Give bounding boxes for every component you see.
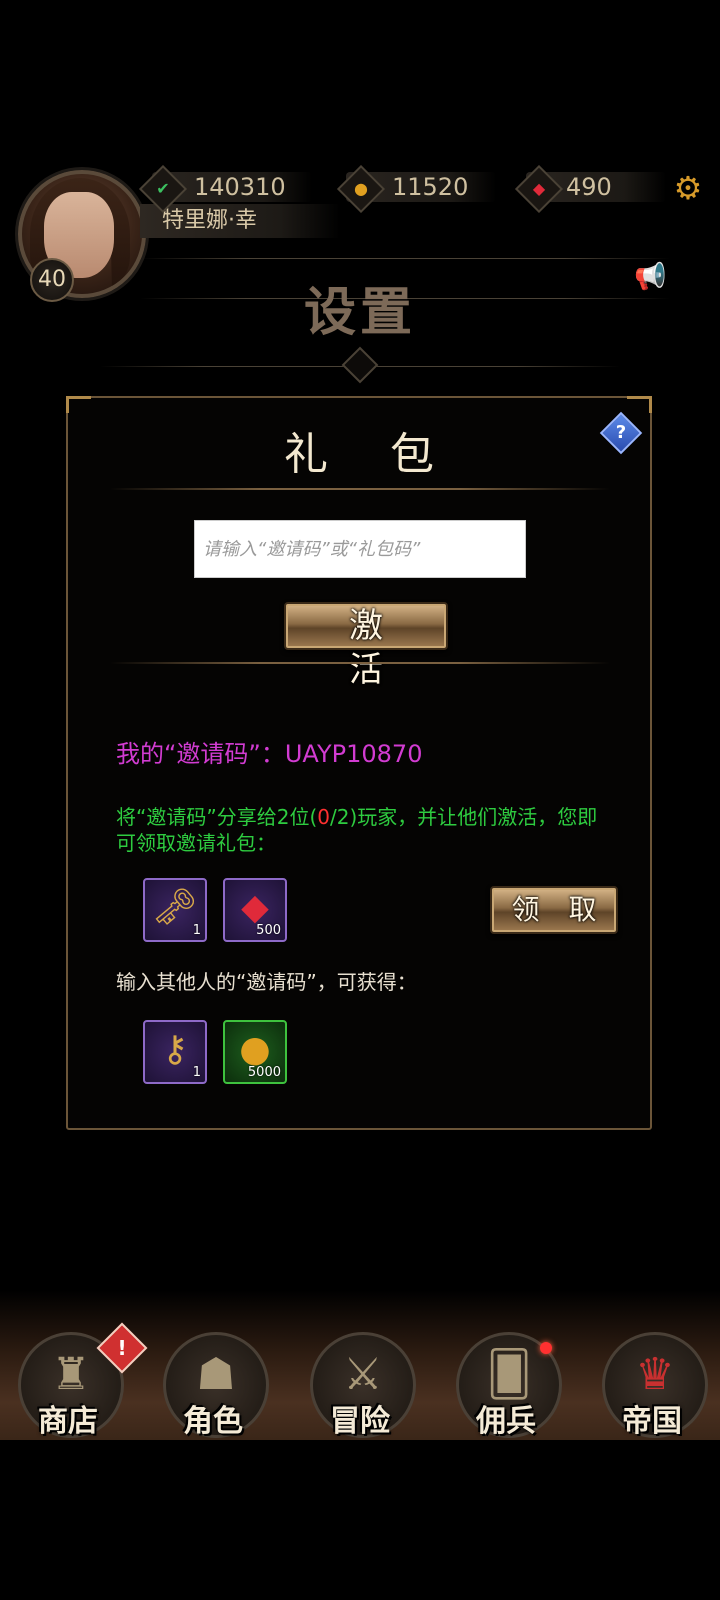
panel-divider-top xyxy=(110,488,610,490)
share-text-before: 将“邀请码”分享给2位( xyxy=(116,805,318,829)
nav-label-adventure[interactable]: 冒险 xyxy=(290,1396,430,1440)
nav-label-character[interactable]: 角色 xyxy=(143,1396,283,1440)
share-progress-current: 0 xyxy=(317,805,330,829)
panel-title: 礼 包 xyxy=(284,429,458,480)
enter-others-text: 输入其他人的“邀请码”，可获得： xyxy=(116,970,417,994)
crossed-swords-icon: ⚔ xyxy=(343,1349,383,1400)
panel-divider-bottom xyxy=(110,662,610,664)
reward-item[interactable]: ⚷ 1 xyxy=(143,1020,207,1084)
nav-label-shop[interactable]: 商店 xyxy=(0,1396,138,1440)
nav-label-mercenary[interactable]: 佣兵 xyxy=(436,1396,576,1440)
reward-count: 5000 xyxy=(247,1065,281,1080)
panel-corner-right xyxy=(627,396,652,413)
my-invite-code: 我的“邀请码”：UAYP10870 xyxy=(116,740,423,768)
resource-value-stamina: 140310 xyxy=(194,173,286,201)
hooded-figure-icon: ☗ xyxy=(196,1349,236,1400)
nav-label-empire[interactable]: 帝国 xyxy=(582,1396,720,1440)
resource-value-gold: 11520 xyxy=(392,173,469,201)
gift-code-input[interactable] xyxy=(194,520,526,578)
panel-corner-left xyxy=(66,396,91,413)
cards-icon: 🂠 xyxy=(486,1349,532,1400)
share-instructions: 将“邀请码”分享给2位(0/2)玩家，并让他们激活，您即可领取邀请礼包： xyxy=(116,804,606,856)
resource-value-gems: 490 xyxy=(566,173,612,201)
crown-icon: ♛ xyxy=(635,1349,675,1400)
reward-count: 500 xyxy=(256,923,281,938)
reward-count: 1 xyxy=(192,923,201,938)
reward-item[interactable]: 🗝 1 xyxy=(143,878,207,942)
gear-icon[interactable]: ⚙ xyxy=(672,172,704,204)
reward-item[interactable]: ◆ 500 xyxy=(223,878,287,942)
reward-count: 1 xyxy=(192,1065,201,1080)
header-line-top xyxy=(140,258,670,259)
page-title: 设置 xyxy=(303,283,416,343)
claim-button[interactable]: 领 取 xyxy=(490,886,618,934)
mercenary-notify-dot xyxy=(540,1342,552,1354)
title-ornament xyxy=(341,346,379,384)
player-name: 特里娜·幸 xyxy=(162,208,257,233)
activate-button[interactable]: 激 活 xyxy=(284,602,448,690)
reward-item[interactable]: ● 5000 xyxy=(223,1020,287,1084)
